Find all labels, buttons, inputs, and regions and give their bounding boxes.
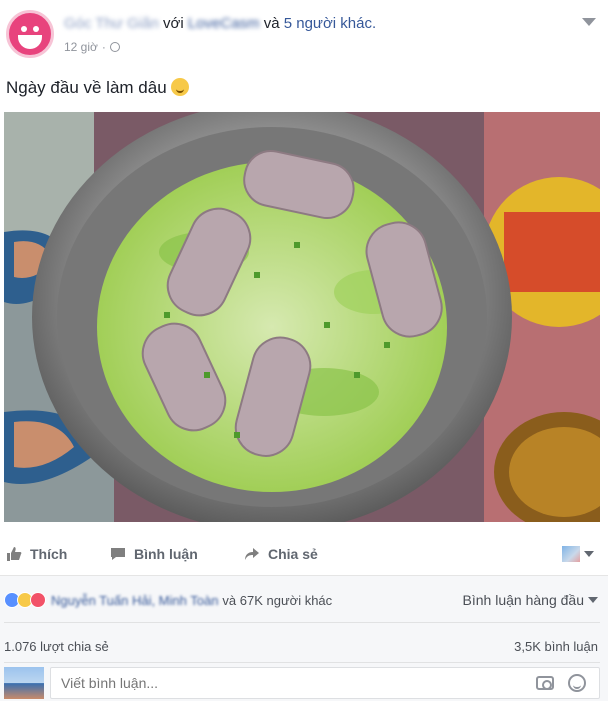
caret-down-icon xyxy=(588,597,598,603)
share-button[interactable]: Chia sẻ xyxy=(244,546,318,562)
comment-button[interactable]: Bình luận xyxy=(110,546,198,562)
post-header: Góc Thư Giãn với LoveCasm và 5 người khá… xyxy=(0,0,608,66)
tagged-page-link[interactable]: LoveCasm xyxy=(188,15,260,32)
meta-separator: · xyxy=(101,40,106,54)
current-user-avatar xyxy=(4,667,44,699)
smiley-icon[interactable] xyxy=(568,674,586,692)
share-count[interactable]: 1.076 lượt chia sẻ xyxy=(4,639,109,654)
comment-label: Bình luận xyxy=(134,546,198,562)
comment-area: Nguyễn Tuấn Hải, Minh Toàn và 67K người … xyxy=(0,575,608,701)
top-comments-dropdown[interactable]: Bình luận hàng đầu xyxy=(463,592,598,608)
post-photo[interactable] xyxy=(4,112,600,522)
and-word: và xyxy=(263,15,280,32)
profile-thumbnail xyxy=(562,546,580,562)
divider xyxy=(4,622,600,623)
comment-input[interactable] xyxy=(50,667,600,699)
divider xyxy=(4,662,600,663)
like-button[interactable]: Thích xyxy=(6,546,67,562)
post-time[interactable]: 12 giờ xyxy=(64,40,98,54)
post-meta: 12 giờ · xyxy=(64,40,120,54)
share-arrow-icon xyxy=(245,548,259,560)
post-options-chevron-icon[interactable] xyxy=(582,18,596,26)
smiling-emoji-icon xyxy=(170,78,189,96)
share-audience-picker[interactable] xyxy=(562,546,594,562)
post-text: Ngày đầu về làm dâu xyxy=(6,78,189,98)
reactors-rest[interactable]: và 67K người khác xyxy=(222,593,332,608)
author-line: Góc Thư Giãn với LoveCasm và 5 người khá… xyxy=(64,15,376,32)
post-text-content: Ngày đầu về làm dâu xyxy=(6,78,167,97)
comment-count[interactable]: 3,5K bình luận xyxy=(514,639,598,654)
share-label: Chia sẻ xyxy=(268,546,318,562)
thumbs-up-icon xyxy=(7,547,22,561)
love-reaction-icon xyxy=(30,592,46,608)
top-comments-label: Bình luận hàng đầu xyxy=(462,592,584,608)
reactions-summary[interactable]: Nguyễn Tuấn Hải, Minh Toàn và 67K người … xyxy=(4,592,332,608)
speech-bubble-icon xyxy=(111,548,125,560)
action-bar: Thích Bình luận Chia sẻ xyxy=(0,540,608,572)
page-avatar[interactable] xyxy=(6,10,54,58)
globe-icon xyxy=(109,42,120,52)
comment-composer xyxy=(4,667,600,701)
like-label: Thích xyxy=(30,546,68,562)
author-name[interactable]: Góc Thư Giãn xyxy=(64,15,159,32)
reactors-names[interactable]: Nguyễn Tuấn Hải, Minh Toàn xyxy=(51,593,218,608)
with-word: với xyxy=(162,15,184,32)
others-link[interactable]: 5 người khác. xyxy=(284,15,376,32)
camera-icon[interactable] xyxy=(536,676,554,690)
photo-illustration xyxy=(4,112,600,522)
caret-down-icon xyxy=(584,551,594,557)
